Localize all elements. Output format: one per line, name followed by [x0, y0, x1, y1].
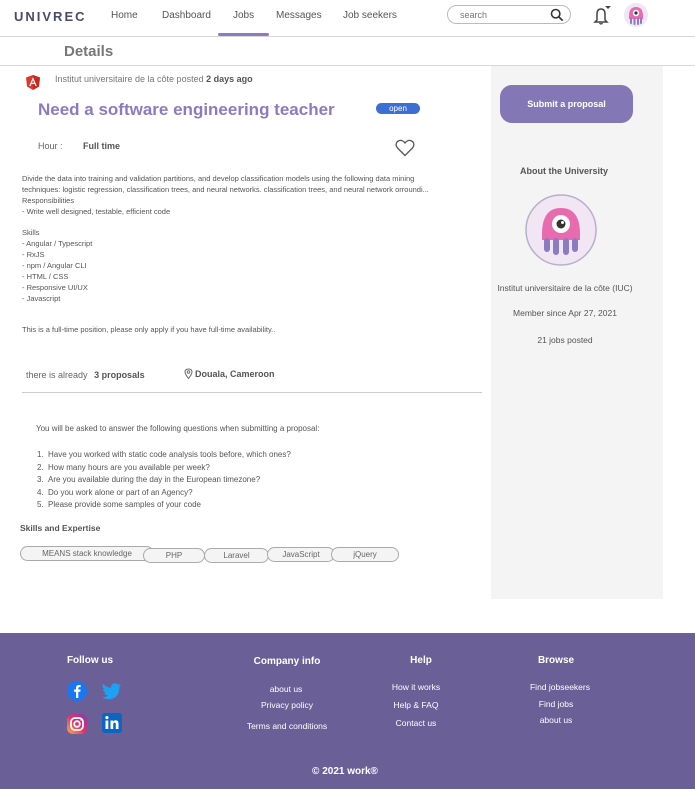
- proposals-info: there is already 3 proposals: [26, 370, 145, 380]
- skill-tag[interactable]: jQuery: [331, 547, 399, 562]
- questions-intro: You will be asked to answer the followin…: [36, 424, 320, 433]
- jobs-posted-count: 21 jobs posted: [537, 335, 593, 345]
- proposals-count: 3 proposals: [94, 370, 145, 380]
- nav-jobs[interactable]: Jobs: [233, 10, 254, 21]
- instagram-icon[interactable]: [66, 713, 88, 735]
- university-name: Institut universitaire de la côte (IUC): [497, 283, 633, 293]
- skill-tag[interactable]: Laravel: [204, 548, 269, 563]
- angular-logo-icon: [26, 75, 40, 90]
- favorite-heart-icon[interactable]: [395, 139, 415, 157]
- footer-link-about-us[interactable]: about us: [236, 684, 336, 694]
- help-title: Help: [410, 655, 432, 666]
- skill-tag[interactable]: PHP: [143, 548, 205, 563]
- search-box: [447, 5, 571, 24]
- location-text: Douala, Cameroon: [195, 369, 275, 379]
- footer-link-find-jobseekers[interactable]: Find jobseekers: [510, 682, 610, 692]
- description-line: This is a full-time position, please onl…: [22, 325, 276, 334]
- nav-dashboard[interactable]: Dashboard: [162, 10, 211, 21]
- description-line: techniques: logistic regression, classif…: [22, 185, 429, 194]
- footer-link-how-it-works[interactable]: How it works: [376, 682, 456, 692]
- job-description: Divide the data into training and valida…: [22, 173, 482, 335]
- nav-home[interactable]: Home: [111, 10, 138, 21]
- facebook-icon[interactable]: [66, 680, 88, 702]
- site-footer: Follow us Company info about us Privacy …: [0, 633, 695, 789]
- company-info-title: Company info: [253, 656, 321, 667]
- follow-us-title: Follow us: [66, 655, 114, 666]
- details-header: Details: [0, 37, 695, 66]
- copyright-text: © 2021 work®: [312, 766, 378, 777]
- job-main-panel: Institut universitaire de la côte posted…: [9, 66, 491, 599]
- notification-bell-icon[interactable]: [590, 5, 612, 25]
- search-input[interactable]: [460, 8, 550, 22]
- description-line: - HTML / CSS: [22, 272, 69, 281]
- question-item: 1. Have you worked with static code analy…: [37, 450, 291, 459]
- job-title: Need a software engineering teacher: [38, 100, 335, 119]
- description-line: Responsibilities: [22, 196, 75, 205]
- description-line: - RxJS: [22, 250, 45, 259]
- footer-link-terms[interactable]: Terms and conditions: [232, 721, 342, 731]
- location-pin-icon: [184, 368, 193, 380]
- description-line: - Javascript: [22, 294, 61, 303]
- proposals-prefix: there is already: [26, 370, 88, 380]
- description-line: - npm / Angular CLI: [22, 261, 87, 270]
- user-avatar-icon[interactable]: [624, 3, 648, 27]
- nav-messages[interactable]: Messages: [276, 10, 322, 21]
- job-location: Douala, Cameroon: [184, 368, 275, 380]
- skill-tag[interactable]: JavaScript: [267, 547, 335, 562]
- nav-job-seekers[interactable]: Job seekers: [343, 10, 397, 21]
- page-title: Details: [64, 43, 114, 60]
- search-icon[interactable]: [550, 8, 564, 22]
- footer-link-contact-us[interactable]: Contact us: [376, 718, 456, 728]
- hour-label: Hour :: [38, 141, 63, 151]
- poster-name: Institut universitaire de la côte posted: [55, 74, 204, 84]
- submit-proposal-button[interactable]: Submit a proposal: [500, 85, 633, 123]
- footer-link-help-faq[interactable]: Help & FAQ: [376, 700, 456, 710]
- question-item: 2. How many hours are you available per w…: [37, 462, 210, 472]
- footer-link-privacy-policy[interactable]: Privacy policy: [236, 700, 338, 710]
- footer-link-browse-about-us[interactable]: about us: [516, 715, 596, 725]
- description-line: Skills: [22, 228, 40, 237]
- active-nav-indicator: [218, 33, 269, 36]
- section-divider: [22, 392, 482, 393]
- job-details-card: Institut universitaire de la côte posted…: [9, 66, 663, 599]
- university-avatar-icon: [525, 194, 597, 266]
- skills-title: Skills and Expertise: [20, 523, 101, 533]
- footer-link-find-jobs[interactable]: Find jobs: [516, 699, 596, 709]
- posted-by-line: Institut universitaire de la côte posted…: [55, 74, 253, 84]
- status-badge: open: [376, 103, 420, 114]
- brand-logo[interactable]: UNIVREC: [14, 9, 87, 24]
- skill-tag[interactable]: MEANS stack knowledge: [20, 546, 154, 561]
- top-navbar: UNIVREC Home Dashboard Jobs Messages Job…: [0, 0, 695, 37]
- linkedin-icon[interactable]: [101, 712, 123, 734]
- about-university-title: About the University: [519, 166, 608, 176]
- posted-time: 2 days ago: [206, 74, 253, 84]
- browse-title: Browse: [537, 655, 575, 666]
- question-item: 4. Do you work alone or part of an Agency…: [37, 487, 193, 497]
- description-line: Divide the data into training and valida…: [22, 174, 415, 183]
- question-item: 3. Are you available during the day in th…: [37, 475, 261, 484]
- member-since: Member since Apr 27, 2021: [513, 308, 617, 318]
- question-item: 5. Please provide some samples of your co…: [37, 500, 201, 509]
- description-line: - Write well designed, testable, efficie…: [22, 207, 171, 216]
- description-line: - Angular / Typescript: [22, 239, 93, 248]
- description-line: - Responsive UI/UX: [22, 283, 88, 292]
- questions-list: 1. Have you worked with static code analy…: [37, 449, 291, 512]
- hour-value: Full time: [83, 141, 121, 151]
- twitter-icon[interactable]: [100, 680, 122, 702]
